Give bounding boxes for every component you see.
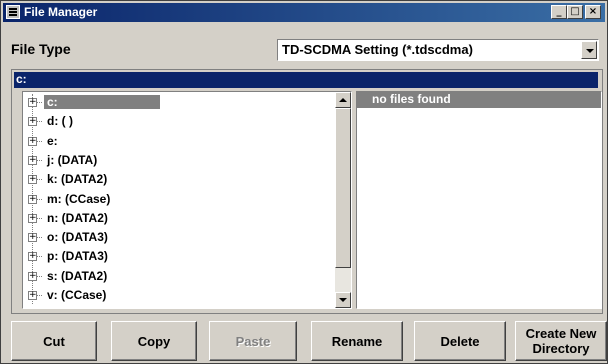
tree-connector [37,140,42,142]
tree-item[interactable]: + e: [23,133,323,150]
tree-item[interactable]: + m: (CCase) [23,191,323,208]
expand-icon[interactable]: + [28,194,37,204]
scroll-down-arrow-icon[interactable] [335,292,351,308]
tree-item-label: v: (CCase) [47,288,107,302]
tree-connector [37,275,42,277]
maximize-button[interactable]: □ [567,5,583,19]
tree-item[interactable]: + j: (DATA) [23,152,323,169]
scroll-thumb[interactable] [335,108,351,268]
file-manager-window: File Manager _ □ × File Type TD-SCDMA Se… [0,0,608,364]
expand-icon[interactable]: + [28,271,37,281]
file-type-row: File Type TD-SCDMA Setting (*.tdscdma) [1,23,607,67]
tree-connector [37,179,42,181]
file-list[interactable]: no files found [356,91,602,309]
expand-icon[interactable]: + [28,155,37,165]
expand-icon[interactable]: + [28,136,37,146]
file-type-label: File Type [11,41,71,57]
tree-item[interactable]: + k: (DATA2) [23,171,323,188]
tree-item[interactable]: + n: (DATA2) [23,210,323,227]
app-icon [6,5,20,19]
chevron-down-icon[interactable] [581,41,597,59]
tree-connector [37,102,42,103]
tree-item[interactable]: + o: (DATA3) [23,229,323,246]
tree-item[interactable]: + p: (DATA3) [23,248,323,265]
tree-item[interactable]: + c: [23,94,323,111]
cut-button[interactable]: Cut [11,321,97,361]
tree-connector [37,256,42,258]
tree-connector [37,237,42,239]
no-files-message: no files found [357,92,601,108]
window-title: File Manager [24,5,98,19]
tree-scrollbar[interactable] [335,92,351,308]
tree-item-label: c: [44,95,160,109]
scroll-up-arrow-icon[interactable] [335,92,351,108]
tree-connector [37,217,42,219]
tree-item[interactable]: + d: ( ) [23,113,323,130]
directory-label: Directory [532,341,590,356]
tree-item-label: j: (DATA) [47,152,98,167]
expand-icon[interactable]: + [28,98,37,107]
copy-button[interactable]: Copy [111,321,197,361]
tree-connector [37,121,42,123]
tree-item-label: e: [47,133,58,148]
tree-connector [37,198,42,200]
action-bar: Cut Copy Paste Rename Delete Create New … [1,319,607,363]
rename-button[interactable]: Rename [311,321,403,361]
expand-icon[interactable]: + [28,117,37,127]
tree-item-label: m: (CCase) [47,191,111,206]
paste-button[interactable]: Paste [209,321,297,361]
delete-button[interactable]: Delete [414,321,506,361]
expand-icon[interactable]: + [28,291,37,300]
browser-panel: c: + c: + d: ( ) + e: + j: (DATA) + k: (DATA2) + m:… [11,69,603,314]
file-type-value: TD-SCDMA Setting (*.tdscdma) [282,42,473,57]
close-button[interactable]: × [585,5,601,19]
tree-item-label: k: (DATA2) [47,172,108,187]
tree-item[interactable]: + s: (DATA2) [23,268,323,285]
tree-connector [37,159,42,161]
create-new-directory-button[interactable]: Create New Directory [515,321,607,361]
current-path: c: [14,72,598,88]
tree-item-label: p: (DATA3) [47,249,108,264]
tree-item-label: o: (DATA3) [47,230,108,245]
file-type-select[interactable]: TD-SCDMA Setting (*.tdscdma) [277,39,599,61]
title-bar[interactable]: File Manager _ □ × [3,3,605,22]
tree-item-label: n: (DATA2) [47,210,108,225]
directory-tree[interactable]: + c: + d: ( ) + e: + j: (DATA) + k: (DATA2) + m: (C… [22,91,352,309]
minimize-button[interactable]: _ [551,5,567,19]
expand-icon[interactable]: + [28,175,37,185]
expand-icon[interactable]: + [28,252,37,262]
expand-icon[interactable]: + [28,233,37,243]
tree-item[interactable]: + v: (CCase) [23,287,323,304]
create-new-label: Create New [525,326,597,341]
tree-connector [37,295,42,296]
tree-item-label: s: (DATA2) [47,268,108,283]
expand-icon[interactable]: + [28,213,37,223]
tree-item-label: d: ( ) [47,114,73,129]
